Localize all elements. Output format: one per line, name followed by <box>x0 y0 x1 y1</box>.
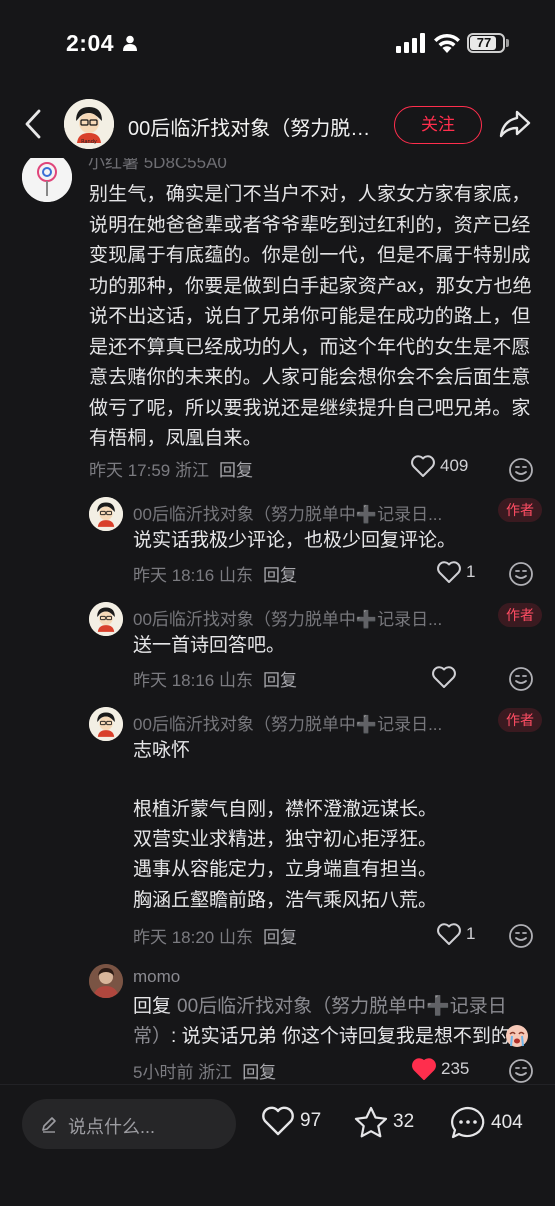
like-count: 1 <box>466 924 476 943</box>
reply-target-name[interactable]: 00后临沂找对象（努力脱单中➕记录日 <box>177 996 507 1017</box>
cellular-signal-icon <box>396 33 425 53</box>
status-bar: 2:04 77 <box>0 0 555 90</box>
comment-line: 做亏了呢，所以要我说还是继续提升自己吧兄弟。家 <box>89 397 531 419</box>
like-button[interactable]: 1 <box>436 560 475 584</box>
like-button[interactable] <box>431 665 461 689</box>
battery-icon: 77 <box>467 33 505 53</box>
user-avatar-small[interactable] <box>89 964 123 998</box>
like-button[interactable]: 1 <box>436 922 475 946</box>
reply-meta: 昨天 18:16 山东 回复 <box>133 666 297 691</box>
battery-tip <box>506 39 509 47</box>
svg-text:Randy: Randy <box>81 139 97 145</box>
comment-input[interactable]: 说点什么... <box>22 1099 236 1149</box>
author-badge: 作者 <box>498 498 542 522</box>
back-arrow-icon[interactable] <box>20 108 46 140</box>
reply-time-location: 5小时前 浙江 <box>133 1063 233 1082</box>
poem-line: 根植沂蒙气自刚，襟怀澄澈远谋长。 <box>133 799 438 820</box>
poem-line: 双营实业求精进，独守初心拒浮狂。 <box>133 829 438 850</box>
reply-text-body: : 说实话兄弟 你这个诗回复我是想不到的 <box>171 1026 510 1047</box>
comment-line: 别生气，确实是门不当户不对，人家女方家有家底， <box>89 184 531 205</box>
crying-emoji-icon <box>506 1025 528 1047</box>
comments-button[interactable]: 404 <box>449 1105 523 1141</box>
reply-button[interactable]: 回复 <box>242 1063 276 1082</box>
like-post-button[interactable]: 97 <box>260 1105 321 1137</box>
comment-line: 说明在她爸爸辈或者爷爷辈吃到过红利的，资产已经 <box>89 214 531 236</box>
collect-button[interactable]: 32 <box>353 1105 414 1139</box>
comment-line: 有梧桐，凤凰自来。 <box>89 428 262 449</box>
comment-line: 变现属于有底蕴的。你是创一代，但是不属于特别成 <box>89 245 531 266</box>
reply-text: 送一首诗回答吧。 <box>133 635 286 656</box>
like-button[interactable]: 409 <box>410 454 468 478</box>
poem-title: 志咏怀 <box>133 740 191 761</box>
commenter-avatar[interactable] <box>22 158 72 202</box>
comment-line: 说不出这话，说白了兄弟你可能是在成功的路上，但 <box>89 306 531 327</box>
reply-meta: 昨天 18:20 山东 回复 <box>133 923 297 948</box>
like-count: 235 <box>441 1059 470 1078</box>
comment-input-placeholder: 说点什么... <box>68 1117 156 1137</box>
star-icon <box>354 1106 388 1138</box>
author-avatar-small[interactable] <box>89 497 123 531</box>
battery-level: 77 <box>476 35 492 50</box>
comment-meta: 昨天 17:59 浙江 回复 <box>89 456 253 481</box>
reply-button[interactable]: 回复 <box>263 566 297 585</box>
author-badge: 作者 <box>498 603 542 627</box>
like-count: 1 <box>466 562 476 581</box>
note-header: Randy 00后临沂找对象（努力脱单中➕记录日常） 关注 <box>0 90 555 158</box>
reply-author-name[interactable]: momo <box>133 967 491 987</box>
comment-bubble-icon <box>451 1106 485 1139</box>
emoji-reaction-icon[interactable] <box>508 457 534 483</box>
comment-list[interactable]: 小红薯 5D8C55A0 别生气，确实是门不当户不对，人家女方家有家底， 说明在… <box>0 158 555 1084</box>
comment-line: 功的那种，你要是做到白手起家资产ax，那女方也绝 <box>89 275 532 297</box>
comment-time-location: 昨天 17:59 浙江 <box>89 461 209 480</box>
poem-line: 遇事从容能定力，立身端直有担当。 <box>133 859 438 880</box>
post-like-count: 97 <box>300 1110 322 1131</box>
emoji-reaction-icon[interactable] <box>508 923 534 949</box>
reply-meta: 昨天 18:16 山东 回复 <box>133 561 297 586</box>
pencil-icon <box>42 1117 56 1133</box>
like-button-liked[interactable]: 235 <box>411 1057 469 1081</box>
comment-line: 是还不算真已经成功的人，而这个年代的女生是不愿 <box>89 336 531 358</box>
author-badge: 作者 <box>498 708 542 732</box>
follow-button[interactable]: 关注 <box>394 106 482 144</box>
like-count: 409 <box>440 456 469 475</box>
bottom-action-bar: 说点什么... 97 32 404 <box>0 1084 555 1206</box>
author-avatar-small[interactable] <box>89 707 123 741</box>
heart-icon <box>432 666 456 688</box>
reply-time-location: 昨天 18:16 山东 <box>133 671 253 690</box>
heart-icon <box>411 455 435 477</box>
reply-prefix: 回复 <box>133 996 172 1017</box>
share-icon[interactable] <box>498 108 532 140</box>
commenter-name[interactable]: 小红薯 5D8C55A0 <box>88 158 227 173</box>
reply-text: 说实话我极少评论，也极少回复评论。 <box>133 530 457 551</box>
author-avatar-small[interactable] <box>89 602 123 636</box>
reply-button[interactable]: 回复 <box>219 461 253 480</box>
heart-filled-icon <box>412 1058 436 1080</box>
emoji-reaction-icon[interactable] <box>508 666 534 692</box>
reply-button[interactable]: 回复 <box>263 671 297 690</box>
post-collect-count: 32 <box>393 1111 415 1132</box>
reply-text-continued: 常）: 说实话兄弟 你这个诗回复我是想不到的 <box>133 1026 510 1047</box>
reply-author-name[interactable]: 00后临沂找对象（努力脱单中➕记录日... <box>133 710 491 735</box>
note-title: 00后临沂找对象（努力脱单中➕记录日常） <box>128 118 384 140</box>
reply-meta: 5小时前 浙江 回复 <box>133 1058 276 1083</box>
reply-time-location: 昨天 18:16 山东 <box>133 566 253 585</box>
comment-line: 意去赌你的未来的。人家可能会想你会不会后面生意 <box>89 367 531 388</box>
comment-text: 别生气，确实是门不当户不对，人家女方家有家底， 说明在她爸爸辈或者爷爷辈吃到过红… <box>89 180 535 455</box>
post-comment-count: 404 <box>491 1112 523 1133</box>
poem-line: 胸涵丘壑瞻前路，浩气乘风拓八荒。 <box>133 890 438 911</box>
author-avatar[interactable]: Randy <box>64 99 114 149</box>
reply-time-location: 昨天 18:20 山东 <box>133 928 253 947</box>
heart-icon <box>437 923 461 945</box>
reply-text: 回复 00后临沂找对象（努力脱单中➕记录日 <box>133 992 507 1022</box>
emoji-reaction-icon[interactable] <box>508 1058 534 1084</box>
emoji-reaction-icon[interactable] <box>508 561 534 587</box>
heart-icon <box>437 561 461 583</box>
reply-author-name[interactable]: 00后临沂找对象（努力脱单中➕记录日... <box>133 605 491 630</box>
reply-author-name[interactable]: 00后临沂找对象（努力脱单中➕记录日... <box>133 500 491 525</box>
person-icon <box>123 35 137 51</box>
wifi-icon <box>434 33 460 53</box>
status-time: 2:04 <box>66 30 115 56</box>
heart-icon <box>262 1106 294 1136</box>
reply-button[interactable]: 回复 <box>263 928 297 947</box>
